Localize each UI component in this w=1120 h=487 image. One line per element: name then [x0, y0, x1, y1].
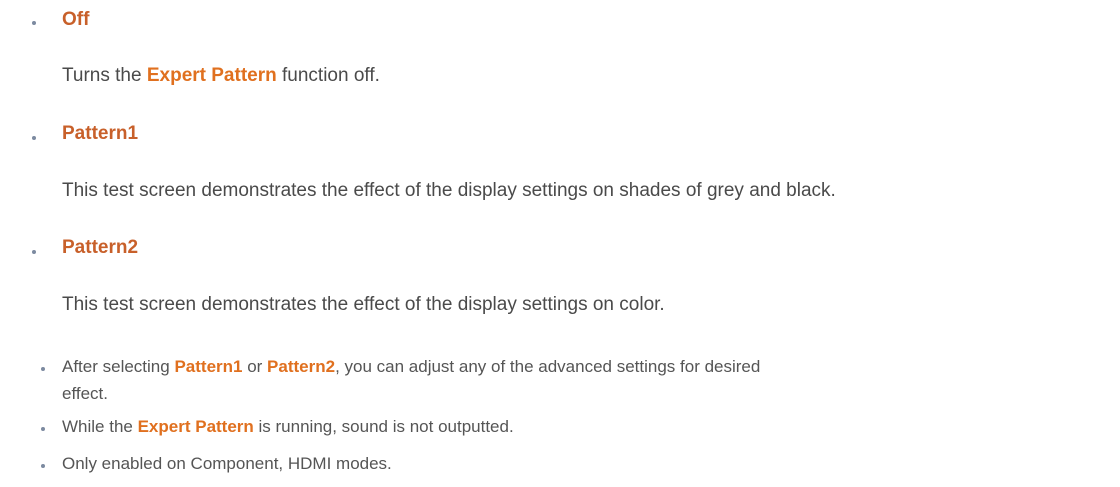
note-text-part: is running, sound is not outputted. [253, 417, 514, 436]
note-text: After selecting Pattern1 or Pattern2, yo… [62, 353, 1062, 407]
description-text: function off. [276, 65, 380, 86]
option-heading: Pattern1 [62, 123, 139, 144]
note-text: While the Expert Pattern is running, sou… [62, 413, 1062, 440]
option-heading: Off [62, 9, 90, 30]
note-text-part: , you can adjust any of the advanced set… [335, 357, 761, 376]
note-text-part: or [242, 357, 268, 376]
highlight-term: Pattern1 [174, 357, 243, 376]
bullet-icon [32, 21, 36, 25]
highlight-term: Expert Pattern [146, 65, 277, 86]
option-description: This test screen demonstrates the effect… [62, 294, 665, 315]
option-heading: Pattern2 [62, 237, 139, 258]
bullet-icon [41, 427, 45, 431]
note-text-part: effect. [62, 384, 108, 403]
bullet-icon [41, 464, 45, 468]
bullet-icon [32, 250, 36, 254]
description-text: Turns the [62, 65, 147, 86]
highlight-term: Pattern2 [267, 357, 336, 376]
highlight-term: Expert Pattern [137, 417, 254, 436]
note-text: Only enabled on Component, HDMI modes. [62, 454, 392, 473]
note-text-part: After selecting [62, 357, 175, 376]
bullet-icon [41, 367, 45, 371]
note-text-part: While the [62, 417, 138, 436]
option-description: Turns the Expert Pattern function off. [62, 65, 380, 87]
bullet-icon [32, 136, 36, 140]
option-description: This test screen demonstrates the effect… [62, 180, 836, 201]
